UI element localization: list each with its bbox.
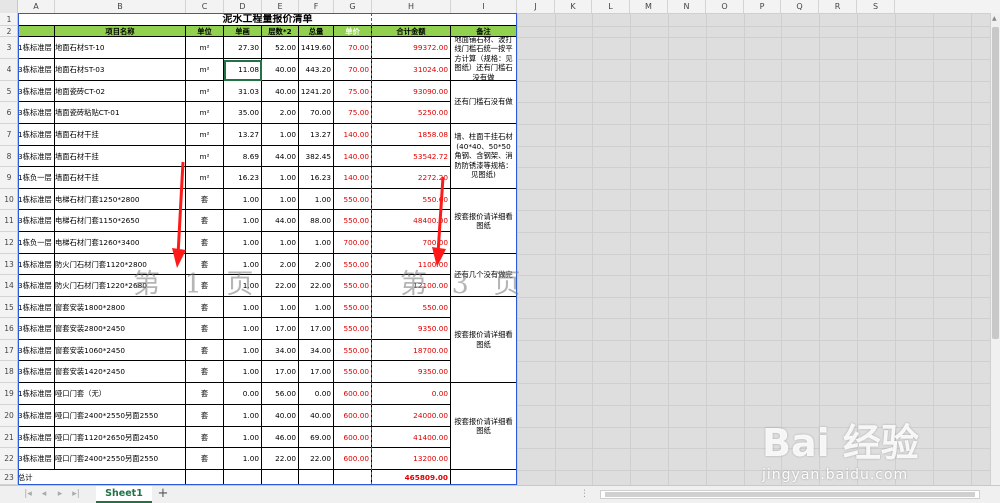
- row-header-3[interactable]: 3: [0, 37, 18, 59]
- grid-line: [517, 275, 990, 276]
- row-header-18[interactable]: 18: [0, 361, 18, 383]
- grid-line: [630, 13, 631, 485]
- column-header-m[interactable]: M: [630, 0, 668, 13]
- column-header-h[interactable]: H: [372, 0, 451, 13]
- column-header-bar: ABCDEFGHIJKLMNOPQRS: [0, 0, 1000, 14]
- grid-line: [555, 13, 556, 485]
- row-header-16[interactable]: 16: [0, 318, 18, 340]
- baidu-jingyan-watermark: Bai 经验 jingyan.baidu.com: [762, 412, 972, 487]
- grid-line: [517, 210, 990, 211]
- column-header-j[interactable]: J: [517, 0, 555, 13]
- column-header-r[interactable]: R: [819, 0, 857, 13]
- grid-line: [517, 405, 990, 406]
- grid-line: [517, 146, 990, 147]
- column-header-c[interactable]: C: [186, 0, 224, 13]
- column-header-g[interactable]: G: [334, 0, 372, 13]
- column-header-l[interactable]: L: [592, 0, 630, 13]
- red-arrow-left-icon: [172, 161, 186, 268]
- baidu-url: jingyan.baidu.com: [762, 467, 909, 483]
- column-header-o[interactable]: O: [706, 0, 744, 13]
- column-header-n[interactable]: N: [668, 0, 706, 13]
- grid-line: [517, 59, 990, 60]
- row-header-12[interactable]: 12: [0, 232, 18, 254]
- grid-line: [592, 13, 593, 485]
- column-header-p[interactable]: P: [744, 0, 781, 13]
- row-header-13[interactable]: 13: [0, 254, 18, 275]
- grid-line: [744, 13, 745, 485]
- horizontal-scroll-thumb[interactable]: [605, 492, 975, 497]
- column-header-k[interactable]: K: [555, 0, 592, 13]
- row-header-1[interactable]: 1: [0, 13, 18, 26]
- column-header-b[interactable]: B: [55, 0, 186, 13]
- tab-split-handle-icon[interactable]: ⋮: [580, 489, 589, 499]
- page-watermark-3: 第 3 页: [400, 269, 529, 300]
- column-header-q[interactable]: Q: [781, 0, 819, 13]
- row-header-17[interactable]: 17: [0, 340, 18, 361]
- row-header-11[interactable]: 11: [0, 210, 18, 232]
- grid-line: [517, 254, 990, 255]
- row-header-2[interactable]: 2: [0, 26, 18, 37]
- row-header-23[interactable]: 23: [0, 470, 18, 485]
- column-header-i[interactable]: I: [451, 0, 517, 13]
- row-header-20[interactable]: 20: [0, 405, 18, 427]
- baidu-logo: Bai 经验: [762, 421, 919, 465]
- sheet-tab-bar: |◂ ◂ ▸ ▸| Sheet1 + ⋮: [0, 485, 1000, 503]
- row-header-15[interactable]: 15: [0, 297, 18, 318]
- row-header-22[interactable]: 22: [0, 448, 18, 470]
- grid-line: [517, 318, 990, 319]
- row-header-10[interactable]: 10: [0, 189, 18, 210]
- first-sheet-icon[interactable]: |◂: [22, 488, 34, 500]
- row-header-4[interactable]: 4: [0, 59, 18, 81]
- grid-line: [668, 13, 669, 485]
- red-arrow-right-icon: [432, 176, 446, 267]
- grid-line: [517, 26, 990, 27]
- row-header-6[interactable]: 6: [0, 102, 18, 124]
- grid-line: [517, 383, 990, 384]
- grid-line: [517, 102, 990, 103]
- row-header-bar: 1 2 3 4 5 6 7 8 9 10 11 12 13 14 15 16 17 18 19 20 21 22 23: [0, 13, 18, 485]
- grid-line: [517, 232, 990, 233]
- column-header-e[interactable]: E: [262, 0, 299, 13]
- prev-sheet-icon[interactable]: ◂: [38, 488, 50, 500]
- scroll-up-icon[interactable]: ▲: [992, 15, 997, 22]
- column-header-s[interactable]: S: [857, 0, 895, 13]
- horizontal-scrollbar[interactable]: [600, 490, 980, 499]
- page-watermark-1: 第 1 页: [133, 269, 262, 300]
- grid-line: [517, 81, 990, 82]
- grid-line: [517, 124, 990, 125]
- row-header-19[interactable]: 19: [0, 383, 18, 405]
- row-header-7[interactable]: 7: [0, 124, 18, 146]
- grid-line: [517, 167, 990, 168]
- grid-line: [517, 13, 518, 485]
- grid-line: [517, 361, 990, 362]
- row-header-5[interactable]: 5: [0, 81, 18, 102]
- column-header-f[interactable]: F: [299, 0, 334, 13]
- column-header-d[interactable]: D: [224, 0, 262, 13]
- grid-line: [517, 297, 990, 298]
- add-sheet-button[interactable]: +: [156, 487, 170, 501]
- row-header-8[interactable]: 8: [0, 146, 18, 167]
- grid-line: [706, 13, 707, 485]
- last-sheet-icon[interactable]: ▸|: [70, 488, 82, 500]
- grid-line: [517, 340, 990, 341]
- vertical-scrollbar[interactable]: ▲: [990, 13, 1000, 485]
- select-all-corner[interactable]: [0, 0, 18, 13]
- grid-line: [517, 189, 990, 190]
- row-header-21[interactable]: 21: [0, 427, 18, 448]
- grid-line: [517, 37, 990, 38]
- vertical-scroll-thumb[interactable]: [992, 27, 999, 339]
- row-header-9[interactable]: 9: [0, 167, 18, 189]
- column-header-a[interactable]: A: [18, 0, 55, 13]
- active-cell-d4[interactable]: [224, 60, 262, 81]
- row-header-14[interactable]: 14: [0, 275, 18, 297]
- grid-line: [517, 13, 990, 14]
- next-sheet-icon[interactable]: ▸: [54, 488, 66, 500]
- sheet-tab-sheet1[interactable]: Sheet1: [96, 486, 152, 503]
